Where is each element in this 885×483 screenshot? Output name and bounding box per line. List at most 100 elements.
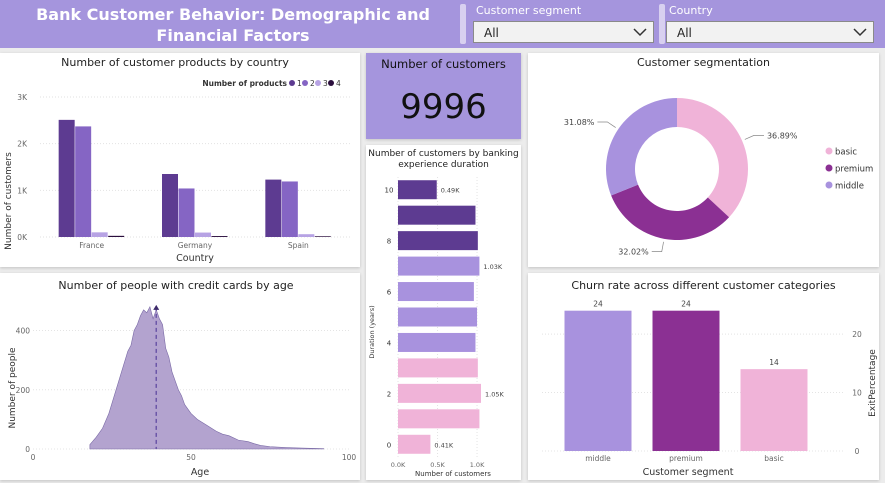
y-tick-label: 2 [387,390,391,398]
bar-year-3 [398,358,478,378]
legend-label: premium [835,165,873,175]
y-tick-label: 1K [17,186,28,195]
segment-dropdown-value: All [484,26,499,40]
legend-title: Number of products [202,79,287,88]
bar-year-1 [398,409,480,429]
y-tick-label: 10 [385,187,394,195]
x-axis-label: Number of customers [415,470,491,478]
bar-germany-3 [195,232,211,237]
slice-middle [606,98,677,196]
y-axis-label: Number of customers [4,152,14,250]
kpi-value: 9996 [400,87,487,127]
churn-rate-panel: Churn rate across different customer cat… [528,273,879,480]
legend-marker [825,147,833,155]
x-axis-label: Country [176,253,214,264]
x-axis-label: Age [191,467,210,478]
bar-france-4 [108,235,125,237]
legend-label: 4 [336,79,341,88]
x-tick-label: 100 [342,453,357,462]
bar-germany-4 [211,236,228,237]
chevron-down-icon [853,28,867,37]
y-tick-label: 400 [16,327,31,336]
leader-line [597,121,616,128]
y-tick-label: 0K [17,233,28,242]
bar-year-8 [398,231,478,251]
y-tick-label: 0 [387,441,391,449]
x-tick-label: 0.5K [430,461,445,469]
header-divider [659,4,665,44]
experience-duration-chart: Duration (years) Number of customers 0.0… [368,177,504,478]
bar-year-0 [398,434,431,454]
x-tick-label: premium [669,454,703,463]
data-label: 14 [769,358,779,367]
x-tick-label: Spain [288,241,309,250]
products-by-country-chart: Number of customers Country Number of pr… [4,79,350,264]
header-divider [460,4,466,44]
customer-count-card: Number of customers 9996 [366,53,521,139]
data-label: 24 [681,300,691,309]
credit-cards-by-age-chart: Number of people Age 02004000 50 100 [8,304,357,478]
slice-value-label: 32.02% [618,248,649,257]
bar-year-10 [398,180,437,200]
x-tick-label: 50 [186,453,196,462]
bar-france-2 [75,126,92,237]
experience-duration-panel: Number of customers by banking experienc… [366,145,521,480]
slice-value-label: 31.08% [564,118,595,127]
products-by-country-panel: Number of customer products by country N… [0,53,360,267]
bar-france-3 [91,232,108,237]
bar-year-7 [398,256,480,276]
churn-rate-chart: ExitPercentage Customer segment 0 10 20 24… [542,300,878,478]
chart-legend: basic premium middle [825,147,873,192]
segment-dropdown[interactable]: All [473,21,654,43]
data-label: 0.41K [434,441,453,449]
y-tick-label: 20 [852,330,862,339]
bar-year-4 [398,332,476,352]
legend-label: middle [835,182,864,192]
bar-premium [652,310,720,451]
credit-cards-by-age-panel: Number of people with credit cards by ag… [0,273,360,480]
legend-marker [302,80,308,86]
data-label: 24 [593,300,603,309]
y-tick-label: 3K [17,93,28,102]
x-tick-label: 1.0K [470,461,485,469]
leader-line [651,241,664,252]
y-tick-label: 4 [387,339,392,347]
legend-marker [328,80,334,86]
age-distribution-area [89,306,325,450]
legend-marker [315,80,321,86]
legend-label: 1 [297,79,302,88]
y-tick-label: 10 [852,389,862,398]
bar-year-2 [398,383,481,403]
header-bar: Bank Customer Behavior: Demographic and … [0,0,885,48]
customer-segmentation-panel: Customer segmentation 36.89% 32.02% 31.08%… [528,53,879,267]
chevron-down-icon [633,28,647,37]
data-label: 1.05K [485,390,504,398]
bar-basic [740,369,808,451]
leader-line [744,135,764,140]
y-tick-label: 2K [17,140,28,149]
legend-label: 3 [323,79,328,88]
median-marker [153,304,160,310]
legend-label: basic [835,148,857,158]
slice-premium [611,184,730,240]
legend-label: 2 [310,79,315,88]
bar-middle [564,310,632,451]
legend-marker [289,80,295,86]
y-tick-label: 8 [387,238,391,246]
y-tick-label: 0 [855,447,860,456]
customer-segmentation-chart: 36.89% 32.02% 31.08% basic premium middle [564,98,873,257]
x-tick-label: France [79,241,104,250]
bar-spain-3 [298,234,315,237]
x-tick-label: 0.0K [391,461,406,469]
bar-spain-2 [281,181,298,237]
data-label: 1.03K [483,263,502,271]
bar-germany-2 [178,188,195,237]
segment-slicer-label: Customer segment [476,4,582,17]
y-axis-label: ExitPercentage [868,349,878,417]
y-tick-label: 6 [387,289,392,297]
bar-year-9 [398,205,476,225]
legend-marker [825,164,833,172]
bar-spain-4 [314,236,331,237]
country-dropdown[interactable]: All [666,21,874,43]
bar-year-6 [398,282,474,302]
